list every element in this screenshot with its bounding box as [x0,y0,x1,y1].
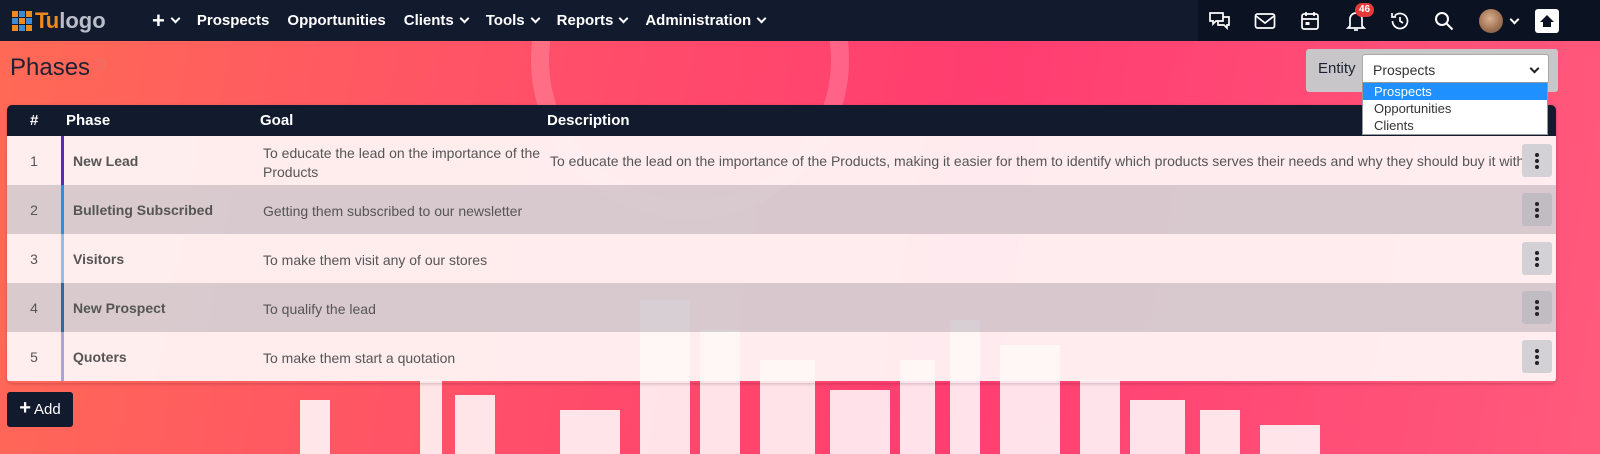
add-menu-button[interactable]: + [152,7,181,34]
row-actions-button[interactable] [1522,291,1552,324]
kebab-menu-icon [1535,152,1539,169]
help-icon[interactable]: ? [95,59,107,70]
bell-icon[interactable]: 46 [1343,3,1375,34]
phase-color-bar [61,283,64,332]
entity-select[interactable]: Prospects [1362,54,1549,84]
phase-description: To educate the lead on the importance of… [550,153,1543,169]
nav-label: Tools [485,12,525,29]
nav-prospects[interactable]: Prospects [197,12,270,29]
phase-name: Visitors [73,251,125,267]
kebab-menu-icon [1535,299,1539,316]
phase-goal: To educate the lead on the importance of… [263,145,541,180]
add-button-label: Add [33,401,61,418]
nav-opportunities[interactable]: Opportunities [287,12,385,29]
nav-label: Opportunities [287,12,386,29]
chevron-down-icon [1509,14,1519,24]
chevron-down-icon [530,13,541,24]
search-icon[interactable] [1431,8,1457,34]
row-number: 5 [30,349,38,365]
logo-brand-text: logo [59,7,106,33]
chevron-down-icon [618,13,629,24]
logo-mark-icon [12,10,32,31]
phase-name: New Lead [73,153,139,169]
phase-goal: To qualify the lead [263,301,376,317]
entity-option-clients[interactable]: Clients [1363,117,1547,134]
calendar-icon[interactable] [1297,8,1323,34]
nav-administration[interactable]: Administration [645,12,767,29]
entity-option-prospects[interactable]: Prospects [1363,83,1547,100]
kebab-menu-icon [1535,348,1539,365]
nav-reports[interactable]: Reports [556,12,629,29]
chevron-down-icon [756,13,767,24]
entity-label: Entity [1318,60,1356,77]
notification-badge: 46 [1355,3,1375,17]
chat-icon[interactable] [1207,8,1233,34]
column-header-description: Description [547,112,630,129]
phase-goal: To make them visit any of our stores [263,252,488,268]
nav-label: Prospects [196,12,270,29]
phases-table: # Phase Goal Description 1 New Lead To e… [7,105,1556,383]
logo-brand-mark: Tu [35,7,59,33]
navbar-actions: 46 [1198,0,1600,41]
kebab-menu-icon [1535,250,1539,267]
table-row[interactable]: 5 Quoters To make them start a quotation [7,332,1556,381]
home-button[interactable] [1534,8,1560,34]
nav-label: Clients [403,12,454,29]
phase-color-bar [61,332,64,381]
phase-name: Quoters [73,349,127,365]
table-header: # Phase Goal Description [7,105,1556,136]
phase-color-bar [61,234,64,283]
column-header-phase: Phase [66,112,111,129]
history-icon[interactable] [1387,8,1413,34]
top-navbar: Tu logo + Prospects Opportunities Client… [0,0,1600,41]
row-number: 1 [30,153,38,169]
phase-color-bar [61,185,64,234]
phase-color-bar [61,136,64,185]
row-number: 2 [30,202,38,218]
column-header-goal: Goal [260,112,294,129]
nav-clients[interactable]: Clients [403,12,470,29]
row-actions-button[interactable] [1522,144,1552,177]
plus-icon: + [19,397,31,419]
user-menu-button[interactable] [1476,8,1520,34]
plus-icon: + [152,7,165,33]
table-row[interactable]: 3 Visitors To make them visit any of our… [7,234,1556,283]
phase-goal: To make them start a quotation [263,350,456,366]
row-actions-button[interactable] [1522,242,1552,275]
row-number: 3 [30,251,38,267]
table-row[interactable]: 2 Bulleting Subscribed Getting them subs… [7,185,1556,234]
chevron-down-icon [1529,63,1540,74]
chevron-down-icon [459,13,470,24]
row-actions-button[interactable] [1522,340,1552,373]
nav-label: Reports [556,12,614,29]
row-actions-button[interactable] [1522,193,1552,226]
nav-label: Administration [645,12,752,29]
column-header-num: # [30,112,39,129]
nav-tools[interactable]: Tools [485,12,541,29]
page-title: Phases [10,54,91,81]
phase-name: Bulleting Subscribed [73,202,214,218]
table-row[interactable]: 4 New Prospect To qualify the lead [7,283,1556,332]
entity-dropdown-list: Prospects Opportunities Clients [1362,82,1548,135]
phase-goal: Getting them subscribed to our newslette… [263,203,523,219]
kebab-menu-icon [1535,201,1539,218]
add-phase-button[interactable]: + Add [7,392,73,427]
mail-icon[interactable] [1252,8,1278,34]
table-row[interactable]: 1 New Lead To educate the lead on the im… [7,136,1556,185]
home-icon [1535,9,1559,33]
page-title-wrap: Phases ? [10,54,107,82]
chevron-down-icon [170,13,181,24]
avatar [1478,9,1503,33]
app-logo[interactable]: Tu logo [12,7,132,35]
phase-name: New Prospect [73,300,166,316]
row-number: 4 [30,300,38,316]
entity-selected-value: Prospects [1373,62,1436,78]
entity-option-opportunities[interactable]: Opportunities [1363,100,1547,117]
